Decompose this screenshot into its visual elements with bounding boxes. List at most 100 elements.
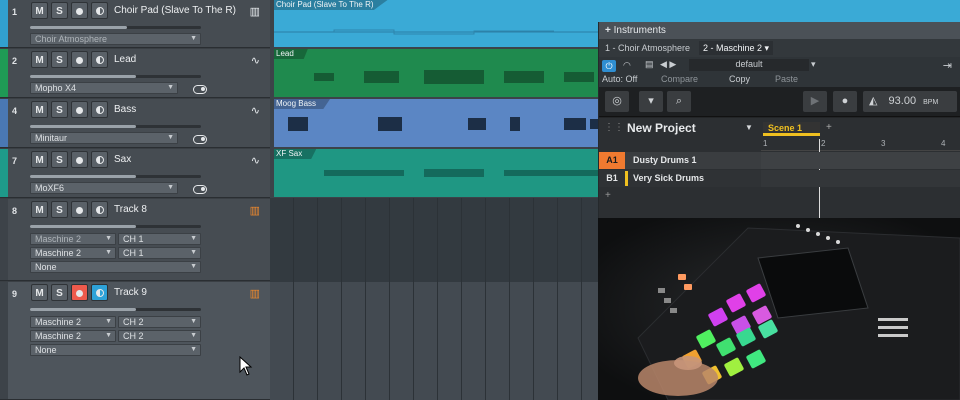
record-icon [76, 206, 83, 214]
solo-button[interactable]: S [51, 51, 68, 68]
add-scene-icon[interactable]: + [826, 122, 832, 133]
track-row-8[interactable]: 8 M S Track 8 ▥ Maschine 2 ▼ CH 1 ▼ Maschi… [0, 199, 270, 281]
audio-clip-choir-pad-cont[interactable] [604, 0, 960, 22]
track-name[interactable]: Track 8 [114, 204, 147, 215]
paste-button[interactable]: Paste [775, 74, 798, 84]
compare-button[interactable]: Compare [661, 74, 698, 84]
grid-icon[interactable]: ⋮⋮ [604, 122, 624, 133]
tab-choir-atmosphere[interactable]: 1 - Choir Atmosphere [601, 41, 694, 55]
mute-button[interactable]: M [31, 101, 48, 118]
monitor-button[interactable] [91, 151, 108, 168]
chevron-down-icon[interactable]: ▼ [745, 123, 753, 132]
track-row-9[interactable]: 9 M S Track 9 ▥ Maschine 2 ▼ CH 2 ▼ Maschi… [0, 282, 270, 400]
solo-button[interactable]: S [51, 151, 68, 168]
panel-title: Instruments [613, 25, 666, 36]
solo-button[interactable]: S [51, 2, 68, 19]
mute-button[interactable]: M [31, 151, 48, 168]
volume-fader[interactable] [30, 225, 201, 228]
mute-button[interactable]: M [31, 284, 48, 301]
volume-fader[interactable] [30, 26, 201, 29]
volume-fader[interactable] [30, 175, 201, 178]
track-name[interactable]: Lead [114, 54, 136, 65]
record-arm-button[interactable] [71, 151, 88, 168]
monitor-button[interactable] [91, 101, 108, 118]
play-button[interactable]: ▶ [803, 91, 827, 112]
monitor-button[interactable] [91, 2, 108, 19]
monitor-button[interactable] [91, 51, 108, 68]
preset-list-icon[interactable]: ▤ [645, 59, 654, 70]
track-name[interactable]: Sax [114, 154, 131, 165]
tempo-display[interactable]: ◭ 93.00 BPM [863, 91, 957, 112]
monitor-button[interactable] [91, 284, 108, 301]
monitor-icon [95, 156, 104, 165]
record-arm-button[interactable] [71, 2, 88, 19]
add-group-icon[interactable]: + [605, 190, 611, 201]
solo-button[interactable]: S [51, 284, 68, 301]
track-number: 7 [12, 156, 18, 166]
pattern-lane-a1[interactable] [761, 152, 960, 169]
record-arm-button[interactable] [71, 101, 88, 118]
plus-icon[interactable]: + [605, 25, 611, 36]
output-select[interactable]: Maschine 2 ▼ [30, 330, 116, 342]
chevron-down-icon: ▼ [105, 235, 112, 242]
chevron-down-icon: ▼ [190, 332, 197, 339]
record-arm-button[interactable] [71, 284, 88, 301]
input-select[interactable]: None ▼ [30, 344, 201, 356]
instrument-select[interactable]: Mopho X4 ▼ [30, 82, 178, 94]
track-color-stripe [0, 99, 8, 147]
track-row-4[interactable]: 4 M S Bass ∿ Minitaur ▼ [0, 99, 270, 148]
monitor-icon [95, 206, 104, 215]
preset-nav-icon[interactable]: ◀ ▶ [660, 59, 676, 70]
channel-select[interactable]: CH 1 ▼ [118, 233, 201, 245]
mute-button[interactable]: M [31, 51, 48, 68]
project-name[interactable]: New Project [627, 121, 696, 135]
record-arm-button[interactable] [71, 51, 88, 68]
scene-1[interactable]: Scene 1 [763, 122, 820, 136]
volume-fader[interactable] [30, 125, 201, 128]
group-row-b1[interactable]: B1 Very Sick Drums [599, 170, 761, 187]
menu-chevron-icon[interactable]: ▾ [639, 91, 663, 112]
group-row-a1[interactable]: A1 Dusty Drums 1 [599, 152, 761, 169]
audio-clip-choir-pad[interactable]: Choir Pad (Slave To The R) [274, 0, 604, 47]
track-row-7[interactable]: 7 M S Sax ∿ MoXF6 ▼ [0, 149, 270, 198]
volume-fader[interactable] [30, 75, 201, 78]
power-button[interactable]: ⏻ [602, 60, 616, 72]
track-name[interactable]: Bass [114, 104, 136, 115]
maschine-logo-icon[interactable]: ◎ [605, 91, 629, 112]
output-select[interactable]: Maschine 2 ▼ [30, 247, 116, 259]
mute-button[interactable]: M [31, 201, 48, 218]
monitor-button[interactable] [91, 201, 108, 218]
instrument-select[interactable]: Maschine 2 ▼ [30, 233, 116, 245]
solo-button[interactable]: S [51, 101, 68, 118]
volume-fader[interactable] [30, 308, 201, 311]
track-row-1[interactable]: 1 M S Choir Pad (Slave To The R) ▥ Choir… [0, 0, 270, 48]
timeline-ruler[interactable]: 1 2 3 4 [761, 139, 960, 151]
input-select[interactable]: None ▼ [30, 261, 201, 273]
skip-icon[interactable]: ⇥ [943, 59, 952, 72]
instrument-select[interactable]: Maschine 2 ▼ [30, 316, 116, 328]
track-row-2[interactable]: 2 M S Lead ∿ Mopho X4 ▼ [0, 49, 270, 98]
channel-select[interactable]: CH 2 ▼ [118, 316, 201, 328]
mute-button[interactable]: M [31, 2, 48, 19]
instrument-select[interactable]: MoXF6 ▼ [30, 182, 178, 194]
track-name[interactable]: Track 9 [114, 287, 147, 298]
track-color-stripe [0, 149, 8, 197]
link-toggle-icon[interactable] [193, 185, 207, 194]
record-arm-button[interactable] [71, 201, 88, 218]
output-channel-select[interactable]: CH 2 ▼ [118, 330, 201, 342]
tab-maschine[interactable]: 2 - Maschine 2 ▾ [699, 41, 774, 55]
record-button[interactable]: ● [833, 91, 857, 112]
link-toggle-icon[interactable] [193, 135, 207, 144]
preset-name[interactable]: default [689, 59, 809, 71]
copy-button[interactable]: Copy [729, 74, 750, 84]
instrument-select[interactable]: Minitaur ▼ [30, 132, 178, 144]
link-toggle-icon[interactable] [193, 85, 207, 94]
automation-icon[interactable]: ◠ [623, 60, 631, 71]
output-channel-select[interactable]: CH 1 ▼ [118, 247, 201, 259]
search-icon[interactable]: ⌕ [667, 91, 691, 112]
track-name[interactable]: Choir Pad (Slave To The R) [114, 5, 236, 16]
solo-button[interactable]: S [51, 201, 68, 218]
instrument-select[interactable]: Choir Atmosphere ▼ [30, 33, 201, 45]
chevron-down-icon[interactable]: ▾ [811, 59, 816, 70]
pattern-lane-b1[interactable] [761, 170, 960, 187]
